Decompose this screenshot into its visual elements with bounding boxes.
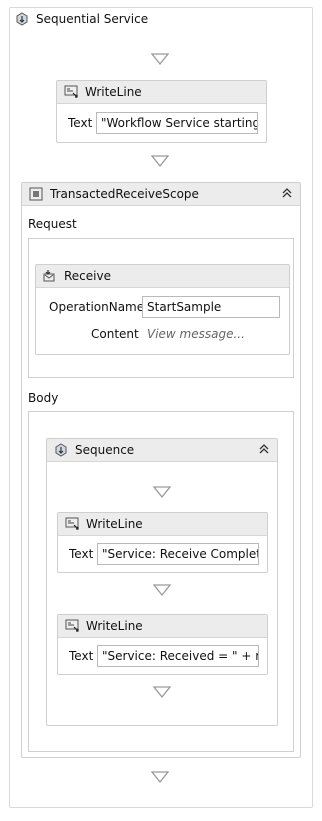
body-container: Sequence WriteLine Text "Service: Receiv… (28, 411, 294, 752)
writeline-activity[interactable]: WriteLine Text "Service: Received = " + … (57, 614, 268, 675)
scope-title: TransactedReceiveScope (50, 187, 199, 201)
drop-arrow-icon[interactable] (150, 154, 170, 168)
text-field[interactable]: "Workflow Service starting ..." (96, 112, 258, 134)
receive-header[interactable]: Receive (36, 265, 289, 288)
sequence-title: Sequence (75, 443, 135, 457)
writeline-title: WriteLine (86, 619, 143, 633)
writeline-icon (63, 84, 79, 100)
request-label: Request (28, 217, 77, 231)
scope-icon (28, 186, 44, 202)
text-label: Text (69, 547, 94, 561)
writeline-activity[interactable]: WriteLine Text "Workflow Service startin… (56, 80, 267, 143)
body-label: Body (28, 391, 59, 405)
writeline-header[interactable]: WriteLine (58, 615, 267, 638)
text-field[interactable]: "Service: Received = " + reque (97, 645, 259, 667)
drop-arrow-icon[interactable] (152, 485, 172, 499)
writeline-activity[interactable]: WriteLine Text "Service: Receive Complet… (57, 512, 268, 573)
collapse-chevron-icon[interactable] (257, 442, 271, 456)
root-title: Sequential Service (36, 12, 149, 26)
writeline-icon (64, 516, 80, 532)
writeline-title: WriteLine (85, 85, 142, 99)
text-label: Text (69, 649, 94, 663)
drop-arrow-icon[interactable] (152, 685, 172, 699)
text-label: Text (68, 116, 93, 130)
writeline-title: WriteLine (86, 517, 143, 531)
operation-name-label: OperationName (49, 300, 145, 314)
writeline-header[interactable]: WriteLine (58, 513, 267, 536)
scope-header[interactable]: TransactedReceiveScope (22, 183, 300, 206)
operation-name-field[interactable]: StartSample (142, 296, 280, 318)
writeline-header[interactable]: WriteLine (57, 81, 266, 104)
writeline-icon (64, 618, 80, 634)
content-label: Content (91, 327, 139, 341)
sequence-icon (53, 442, 69, 458)
receive-icon (42, 268, 58, 284)
drop-arrow-icon[interactable] (152, 583, 172, 597)
transacted-receive-scope-activity[interactable]: TransactedReceiveScope Request Receive O… (21, 182, 301, 758)
drop-arrow-icon[interactable] (150, 770, 170, 784)
root-header[interactable]: Sequential Service (10, 8, 312, 30)
sequence-header[interactable]: Sequence (47, 439, 277, 462)
collapse-chevron-icon[interactable] (280, 186, 294, 200)
receive-title: Receive (64, 269, 111, 283)
view-message-link[interactable]: View message... (147, 327, 245, 341)
receive-activity[interactable]: Receive OperationName StartSample Conten… (35, 264, 290, 355)
text-field[interactable]: "Service: Receive Completed" (97, 543, 259, 565)
request-container: Receive OperationName StartSample Conten… (28, 238, 294, 378)
sequence-activity[interactable]: Sequence WriteLine Text "Service: Receiv… (46, 438, 278, 726)
sequence-icon (14, 11, 30, 27)
drop-arrow-icon[interactable] (150, 52, 170, 66)
